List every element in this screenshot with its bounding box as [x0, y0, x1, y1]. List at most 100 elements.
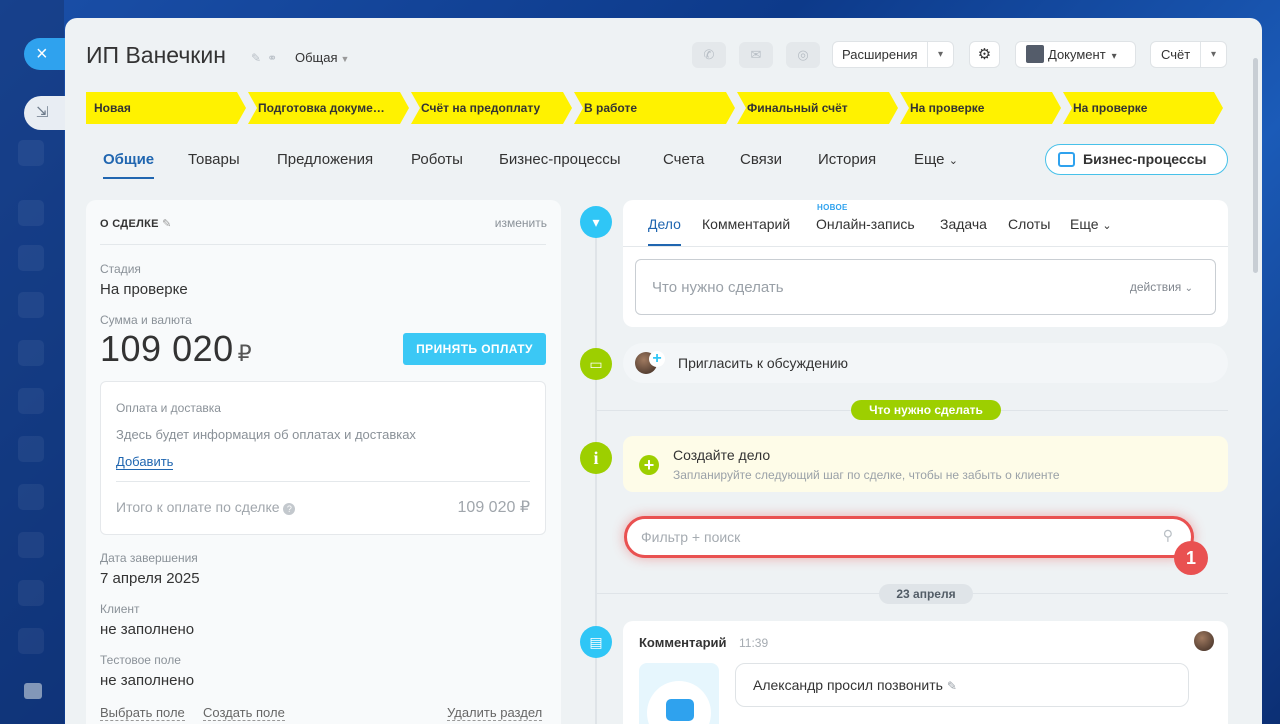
stage-item[interactable]: Подготовка докуме… [248, 92, 409, 124]
editor-tab-online-booking[interactable]: Онлайн-запись [816, 216, 915, 232]
test-field-value[interactable]: не заполнено [100, 672, 194, 689]
email-button[interactable]: ✉ [739, 42, 773, 68]
stage-item[interactable]: На проверке [900, 92, 1061, 124]
actions-label: действия [1129, 280, 1182, 294]
search-icon[interactable]: ⚲ [1163, 527, 1173, 544]
info-icon: i [580, 442, 612, 474]
editor-tab-todo[interactable]: Задача [940, 216, 987, 232]
total-label: Итого к оплате по сделке ? [116, 499, 296, 515]
avatar[interactable] [1194, 631, 1214, 651]
currency-symbol: ₽ [237, 341, 253, 366]
divider [623, 246, 1228, 247]
accept-payment-button[interactable]: ПРИНЯТЬ ОПЛАТУ [403, 333, 546, 365]
chat-icon: ◎ [797, 47, 809, 62]
editor-tab-more[interactable]: Еще ⌄ [1070, 216, 1112, 232]
page-title: ИП Ванечкин [86, 42, 226, 68]
comment-item: Комментарий 11:39 Александр просил позво… [623, 621, 1228, 724]
actions-dropdown[interactable]: действия ⌄ [1130, 280, 1193, 294]
tab-products[interactable]: Товары [188, 151, 240, 168]
todo-input[interactable]: Что нужно сделать действия ⌄ [635, 259, 1216, 315]
help-icon[interactable]: ? [283, 503, 296, 515]
document-button[interactable]: Документ ▾ [1015, 41, 1136, 68]
gear-icon: ⚙ [977, 46, 992, 63]
editor-tab-task[interactable]: Дело [648, 216, 681, 246]
close-slider-button[interactable]: × [24, 38, 66, 70]
activity-editor: Дело Комментарий НОВОЕ Онлайн-запись Зад… [623, 200, 1228, 327]
tab-robots[interactable]: Роботы [411, 151, 463, 168]
discussion-timeline-icon: ▭ [580, 348, 612, 380]
invite-to-discussion[interactable]: + Пригласить к обсуждению [623, 343, 1228, 383]
deal-info-card: О СДЕЛКЕ ✎ изменить Стадия На проверке С… [86, 200, 561, 724]
stage-item[interactable]: В работе [574, 92, 735, 124]
title-actions: ✎⚭ [251, 51, 283, 65]
chevron-down-icon: ⌄ [1184, 283, 1193, 294]
create-task-title[interactable]: Создайте дело [673, 447, 770, 463]
comment-text[interactable]: Александр просил позвонить ✎ [735, 663, 1189, 707]
tab-links[interactable]: Связи [740, 151, 782, 168]
close-date-value[interactable]: 7 апреля 2025 [100, 570, 200, 587]
scrollbar[interactable] [1253, 58, 1258, 273]
stage-value[interactable]: На проверке [100, 281, 188, 298]
stage-bar: Новая Подготовка докуме… Счёт на предопл… [86, 92, 1236, 124]
stage-item[interactable]: Счёт на предоплату [411, 92, 572, 124]
extensions-button[interactable]: Расширения ▾ [832, 41, 954, 68]
comment-timeline-icon: ▤ [580, 626, 612, 658]
date-separator: 23 апреля [879, 584, 973, 604]
stage-item[interactable]: Финальный счёт [737, 92, 898, 124]
menu-ghost-icon [18, 484, 44, 510]
chevron-down-icon[interactable]: ▾ [927, 42, 953, 67]
pencil-icon[interactable]: ✎ [251, 51, 267, 65]
chevron-down-icon[interactable]: ▾ [1200, 42, 1226, 67]
choose-field-link[interactable]: Выбрать поле [100, 705, 185, 721]
pencil-icon[interactable]: ✎ [947, 679, 957, 693]
link-icon[interactable]: ⚭ [267, 51, 283, 65]
chat-button[interactable]: ◎ [786, 42, 820, 68]
category-select[interactable]: Общая ▼ [295, 50, 349, 65]
comment-type: Комментарий [639, 635, 727, 650]
tab-more-label: Еще [914, 151, 945, 168]
minimize-slider-button[interactable]: ⇲ [24, 96, 66, 130]
amount-number: 109 020 [100, 328, 234, 369]
tab-more[interactable]: Еще ⌄ [914, 151, 958, 168]
todo-section-pill: Что нужно сделать [851, 400, 1001, 420]
delete-section-link[interactable]: Удалить раздел [447, 705, 543, 721]
filter-search-input[interactable]: Фильтр + поиск ⚲ [624, 516, 1194, 558]
pencil-icon[interactable]: ✎ [162, 218, 172, 230]
minimize-icon: ⇲ [36, 104, 49, 121]
editor-more-label: Еще [1070, 216, 1099, 232]
invoice-button[interactable]: Счёт ▾ [1150, 41, 1227, 68]
print-icon[interactable] [24, 683, 42, 699]
new-badge: НОВОЕ [817, 203, 848, 212]
add-payment-link[interactable]: Добавить [116, 454, 174, 470]
business-processes-button[interactable]: Бизнес-процессы [1045, 144, 1228, 175]
amount-value[interactable]: 109 020 ₽ [100, 328, 252, 370]
chevron-down-icon: ⌄ [1102, 220, 1112, 232]
stage-item[interactable]: На проверке [1063, 92, 1223, 124]
task-timeline-icon: ▾ [580, 206, 612, 238]
plus-icon: + [649, 351, 665, 367]
tab-general[interactable]: Общие [103, 151, 155, 179]
mail-icon: ✉ [750, 47, 762, 62]
close-icon: × [36, 43, 48, 65]
tab-offers[interactable]: Предложения [277, 151, 373, 168]
phone-button[interactable]: ✆ [692, 42, 726, 68]
menu-ghost-icon [18, 580, 44, 606]
document-label: Документ [1048, 47, 1106, 62]
editor-tab-comment[interactable]: Комментарий [702, 216, 790, 232]
chevron-down-icon: ⌄ [948, 155, 958, 167]
category-label: Общая [295, 50, 338, 65]
stage-item[interactable]: Новая [86, 92, 246, 124]
payment-delivery-box: Оплата и доставка Здесь будет информация… [100, 381, 546, 535]
tab-business-processes[interactable]: Бизнес-процессы [499, 151, 621, 168]
tab-history[interactable]: История [818, 151, 876, 168]
payment-title: Оплата и доставка [116, 401, 221, 415]
add-task-icon[interactable]: + [639, 455, 659, 475]
editor-tab-slots[interactable]: Слоты [1008, 216, 1050, 232]
menu-ghost-icon [18, 340, 44, 366]
tab-invoices[interactable]: Счета [663, 151, 704, 168]
client-value[interactable]: не заполнено [100, 621, 194, 638]
edit-section-link[interactable]: изменить [495, 216, 547, 230]
create-field-link[interactable]: Создать поле [203, 705, 285, 721]
test-field-label: Тестовое поле [100, 653, 181, 667]
settings-button[interactable]: ⚙ [969, 41, 1000, 68]
